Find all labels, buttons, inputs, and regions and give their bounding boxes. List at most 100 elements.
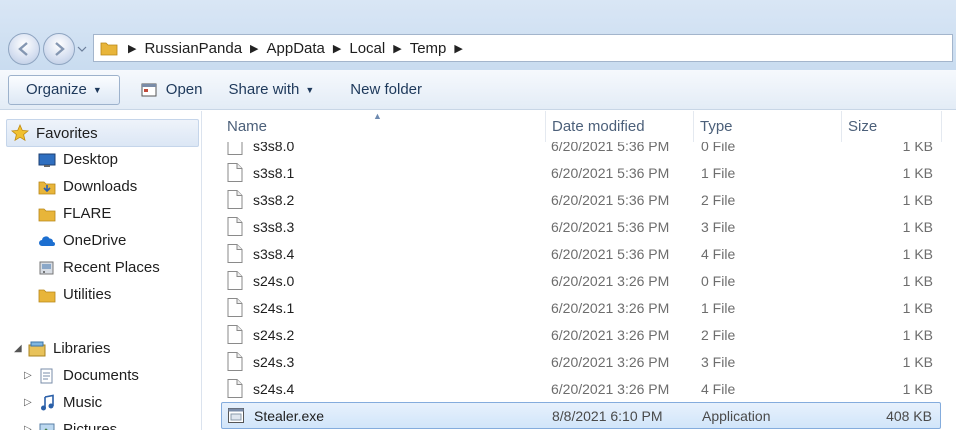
file-row[interactable]: Stealer.exe 8/8/2021 6:10 PM Application 40… — [221, 402, 941, 429]
organize-label: Organize — [26, 81, 87, 98]
expand-arrow-icon[interactable]: ▷ — [24, 397, 38, 408]
folder-icon — [100, 42, 118, 56]
nav-pictures-label: Pictures — [63, 421, 118, 430]
column-header-size[interactable]: Size — [842, 111, 942, 142]
column-header-type[interactable]: Type — [694, 111, 842, 142]
nav-documents[interactable]: ▷ Documents — [24, 362, 139, 389]
file-date: 6/20/2021 3:26 PM — [551, 272, 670, 289]
expand-arrow-icon[interactable]: ▷ — [24, 370, 38, 381]
breadcrumb-item-temp[interactable]: Temp ▶ — [410, 40, 471, 57]
file-icon — [227, 271, 243, 290]
file-name-cell: Stealer.exe — [228, 406, 324, 425]
expand-arrow-icon[interactable]: ◢ — [14, 343, 28, 354]
forward-button[interactable] — [43, 33, 75, 65]
arrow-right-icon — [55, 42, 65, 56]
nav-libraries[interactable]: ◢ Libraries — [14, 335, 111, 362]
recent-pages-dropdown-icon[interactable] — [77, 44, 87, 54]
breadcrumb-item-local[interactable]: Local ▶ — [349, 40, 409, 57]
address-bar-area: ▶ RussianPanda ▶ AppData ▶ Local ▶ Temp ▶ — [0, 0, 956, 70]
command-bar: Organize ▼ Open Share with ▼ New folder — [0, 70, 956, 110]
chevron-right-icon[interactable]: ▶ — [250, 42, 258, 55]
application-icon — [228, 408, 244, 423]
file-size: 1 KB — [902, 326, 933, 343]
file-date: 8/8/2021 6:10 PM — [552, 407, 663, 424]
breadcrumb-label: Local — [349, 39, 386, 57]
nav-pictures[interactable]: ▷ Pictures — [24, 416, 117, 430]
file-name: s24s.4 — [253, 380, 295, 397]
file-name: Stealer.exe — [254, 407, 325, 424]
column-header-date[interactable]: Date modified — [546, 111, 694, 142]
nav-utilities[interactable]: Utilities — [38, 281, 111, 308]
nav-downloads[interactable]: Downloads — [38, 173, 137, 200]
organize-button[interactable]: Organize ▼ — [8, 74, 120, 105]
file-icon — [227, 217, 243, 236]
file-row[interactable]: s3s8.0 6/20/2021 5:36 PM 0 File 1 KB — [221, 142, 941, 159]
column-header-label: Date modified — [552, 118, 645, 135]
nav-recent-places[interactable]: Recent Places — [38, 254, 160, 281]
file-name-cell: s24s.4 — [227, 379, 294, 398]
file-name: s3s8.0 — [253, 142, 295, 154]
back-button[interactable] — [8, 33, 40, 65]
nav-desktop[interactable]: Desktop — [38, 146, 118, 173]
desktop-icon — [38, 151, 56, 169]
file-name-cell: s3s8.0 — [227, 142, 294, 155]
expand-arrow-icon[interactable]: ▷ — [24, 424, 38, 430]
file-date: 6/20/2021 5:36 PM — [551, 164, 670, 181]
breadcrumb-item-russianpanda[interactable]: RussianPanda ▶ — [144, 40, 266, 57]
nav-onedrive[interactable]: OneDrive — [38, 227, 126, 254]
file-type: 2 File — [701, 191, 736, 208]
file-row[interactable]: s3s8.2 6/20/2021 5:36 PM 2 File 1 KB — [221, 186, 941, 213]
chevron-right-icon[interactable]: ▶ — [454, 42, 462, 55]
file-name-cell: s24s.1 — [227, 298, 294, 317]
file-row[interactable]: s3s8.1 6/20/2021 5:36 PM 1 File 1 KB — [221, 159, 941, 186]
chevron-right-icon[interactable]: ▶ — [393, 42, 401, 55]
caret-down-icon: ▼ — [305, 84, 315, 95]
breadcrumb-root-chevron[interactable]: ▶ — [124, 42, 144, 55]
share-with-button[interactable]: Share with ▼ — [219, 75, 325, 105]
file-name: s3s8.3 — [253, 218, 295, 235]
file-type: Application — [702, 407, 771, 424]
file-type: 3 File — [701, 353, 736, 370]
file-size: 1 KB — [902, 191, 933, 208]
new-folder-button[interactable]: New folder — [340, 75, 432, 105]
file-type: 0 File — [701, 142, 736, 154]
open-button[interactable]: Open — [130, 75, 213, 105]
file-row[interactable]: s24s.2 6/20/2021 3:26 PM 2 File 1 KB — [221, 321, 941, 348]
nav-documents-label: Documents — [63, 367, 139, 384]
file-row[interactable]: s24s.3 6/20/2021 3:26 PM 3 File 1 KB — [221, 348, 941, 375]
caret-down-icon: ▼ — [92, 84, 102, 95]
breadcrumb-item-appdata[interactable]: AppData ▶ — [267, 40, 350, 57]
file-row[interactable]: s24s.1 6/20/2021 3:26 PM 1 File 1 KB — [221, 294, 941, 321]
nav-favorites-label: Favorites — [36, 124, 98, 142]
nav-favorites[interactable]: Favorites — [6, 119, 199, 147]
nav-desktop-label: Desktop — [63, 151, 119, 168]
breadcrumb[interactable]: ▶ RussianPanda ▶ AppData ▶ Local ▶ Temp ▶ — [93, 34, 953, 62]
file-name-cell: s3s8.3 — [227, 217, 294, 236]
file-type: 0 File — [701, 272, 736, 289]
file-type: 1 File — [701, 299, 736, 316]
column-header-label: Type — [700, 118, 733, 135]
file-size: 1 KB — [902, 299, 933, 316]
column-header-name[interactable]: Name — [221, 111, 546, 142]
nav-flare[interactable]: FLARE — [38, 200, 111, 227]
file-row[interactable]: s24s.4 6/20/2021 3:26 PM 4 File 1 KB — [221, 375, 941, 402]
share-with-label: Share with — [228, 81, 300, 98]
file-date: 6/20/2021 5:36 PM — [551, 218, 670, 235]
nav-music[interactable]: ▷ Music — [24, 389, 102, 416]
file-name: s3s8.2 — [253, 191, 295, 208]
file-row[interactable]: s3s8.3 6/20/2021 5:36 PM 3 File 1 KB — [221, 213, 941, 240]
arrow-left-icon — [18, 42, 28, 56]
file-row[interactable]: s3s8.4 6/20/2021 5:36 PM 4 File 1 KB — [221, 240, 941, 267]
nav-music-label: Music — [63, 394, 103, 411]
documents-icon — [38, 367, 56, 385]
breadcrumb-label: RussianPanda — [144, 39, 243, 57]
file-row[interactable]: s24s.0 6/20/2021 3:26 PM 0 File 1 KB — [221, 267, 941, 294]
file-name-cell: s3s8.2 — [227, 190, 294, 209]
column-header-label: Name — [227, 118, 268, 135]
file-name: s24s.2 — [253, 326, 295, 343]
file-icon — [227, 325, 243, 344]
breadcrumb-label: Temp — [409, 39, 447, 57]
file-name-cell: s24s.0 — [227, 271, 294, 290]
chevron-right-icon[interactable]: ▶ — [333, 42, 341, 55]
nav-libraries-label: Libraries — [53, 340, 111, 357]
